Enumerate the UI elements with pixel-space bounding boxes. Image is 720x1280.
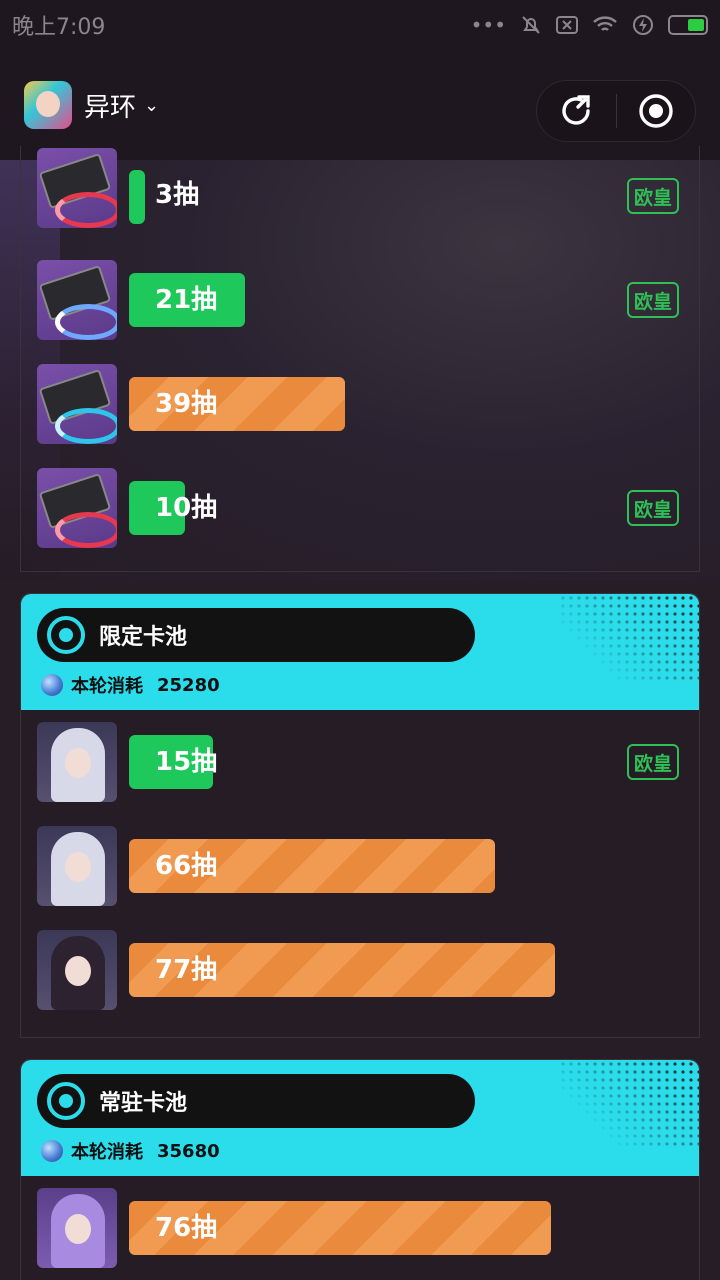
pool-header: 限定卡池 本轮消耗 25280: [21, 594, 699, 710]
pull-row[interactable]: 3抽 欧皇: [21, 144, 699, 248]
pool-title: 限定卡池: [99, 625, 188, 650]
cost-label: 本轮消耗: [71, 676, 143, 697]
pull-count: 39抽: [155, 389, 218, 419]
more-dots-icon: •••: [470, 13, 506, 37]
sim-off-icon: [556, 16, 578, 34]
lucky-badge: 欧皇: [627, 282, 679, 318]
pool-title-pill: 限定卡池: [37, 608, 475, 662]
pull-count: 15抽: [155, 747, 218, 777]
battery-icon: [668, 15, 708, 35]
pull-row[interactable]: 15抽 欧皇: [21, 710, 699, 814]
status-bar: 晚上7:09 •••: [0, 0, 720, 50]
pull-count: 21抽: [155, 285, 218, 315]
chevron-down-icon[interactable]: ⌄: [144, 95, 159, 116]
pull-count: 10抽: [155, 493, 218, 523]
pull-count: 77抽: [155, 955, 218, 985]
close-button[interactable]: [617, 81, 696, 141]
pool-cost: 本轮消耗 35680: [41, 1136, 220, 1166]
cost-value: 35680: [157, 1140, 220, 1162]
record-icon: [639, 94, 673, 128]
pull-row[interactable]: 66抽: [21, 814, 699, 918]
cost-label: 本轮消耗: [71, 1142, 143, 1163]
status-icons: •••: [471, 13, 708, 37]
share-icon: [562, 95, 590, 125]
standard-pool-card: 常驻卡池 本轮消耗 35680 76抽: [20, 1059, 700, 1280]
character-thumbnail: [37, 930, 117, 1010]
halftone-decoration: [559, 594, 699, 684]
pull-count: 3抽: [155, 180, 200, 210]
pool-title: 常驻卡池: [99, 1091, 188, 1116]
pull-row[interactable]: 39抽: [21, 352, 699, 456]
character-thumbnail: [37, 826, 117, 906]
pool-header: 常驻卡池 本轮消耗 35680: [21, 1060, 699, 1176]
pull-row[interactable]: 10抽 欧皇: [21, 456, 699, 560]
crystal-icon: [41, 1140, 63, 1162]
pull-count: 66抽: [155, 851, 218, 881]
lucky-badge: 欧皇: [627, 178, 679, 214]
limited-pool-card: 限定卡池 本轮消耗 25280 15抽 欧皇 66抽 77抽: [20, 593, 700, 1038]
share-button[interactable]: [537, 81, 616, 141]
character-thumbnail: [37, 1188, 117, 1268]
pool-cost: 本轮消耗 25280: [41, 670, 220, 700]
mini-program-capsule: [536, 80, 696, 142]
pull-row[interactable]: 77抽: [21, 918, 699, 1022]
pull-row[interactable]: 76抽: [21, 1176, 699, 1280]
wifi-icon: [593, 16, 617, 31]
item-thumbnail: [37, 260, 117, 340]
cost-value: 25280: [157, 674, 220, 696]
halftone-decoration: [559, 1060, 699, 1150]
character-thumbnail: [37, 722, 117, 802]
pull-count: 76抽: [155, 1213, 218, 1243]
target-icon: [47, 616, 85, 654]
game-name[interactable]: 异环: [84, 87, 136, 124]
pull-bar: [129, 170, 145, 224]
pool-title-pill: 常驻卡池: [37, 1074, 475, 1128]
pull-row[interactable]: 21抽 欧皇: [21, 248, 699, 352]
lucky-badge: 欧皇: [627, 490, 679, 526]
weapon-pool-card: 3抽 欧皇 21抽 欧皇 39抽 10抽 欧皇: [20, 146, 700, 572]
lucky-badge: 欧皇: [627, 744, 679, 780]
charging-icon: [633, 15, 653, 35]
bell-muted-icon: [522, 16, 540, 34]
game-avatar[interactable]: [24, 81, 72, 129]
target-icon: [47, 1082, 85, 1120]
crystal-icon: [41, 674, 63, 696]
status-time: 晚上7:09: [12, 15, 106, 40]
item-thumbnail: [37, 148, 117, 228]
item-thumbnail: [37, 364, 117, 444]
item-thumbnail: [37, 468, 117, 548]
